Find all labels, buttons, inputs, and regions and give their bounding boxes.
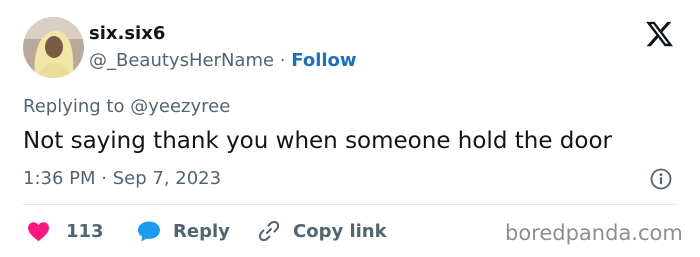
avatar[interactable] bbox=[23, 17, 84, 78]
info-icon[interactable] bbox=[650, 168, 672, 190]
speech-bubble-icon bbox=[137, 220, 161, 242]
tweet-time: 1:36 PM bbox=[23, 168, 96, 189]
like-button[interactable]: 113 bbox=[27, 219, 104, 243]
x-logo-icon[interactable] bbox=[644, 19, 675, 49]
display-name[interactable]: six.six6 bbox=[89, 23, 165, 45]
replying-prefix: Replying to bbox=[23, 96, 125, 117]
reply-button[interactable]: Reply bbox=[137, 219, 230, 243]
follow-button[interactable]: Follow bbox=[291, 50, 356, 71]
divider bbox=[23, 204, 677, 205]
handle-separator: · bbox=[279, 50, 286, 71]
user-handle[interactable]: @_BeautysHerName bbox=[89, 50, 274, 71]
watermark: boredpanda.com bbox=[505, 221, 683, 245]
tweet-text: Not saying thank you when someone hold t… bbox=[23, 128, 612, 154]
handle-row: @_BeautysHerName · Follow bbox=[89, 50, 357, 72]
timestamp-separator: · bbox=[101, 168, 107, 189]
replying-handle[interactable]: @yeezyree bbox=[130, 96, 230, 117]
link-icon bbox=[257, 219, 281, 243]
copy-link-button[interactable]: Copy link bbox=[257, 219, 387, 243]
heart-icon bbox=[27, 221, 50, 242]
replying-to: Replying to @yeezyree bbox=[23, 96, 230, 118]
tweet-timestamp[interactable]: 1:36 PM · Sep 7, 2023 bbox=[23, 168, 221, 190]
tweet-date: Sep 7, 2023 bbox=[112, 168, 222, 189]
copy-link-label: Copy link bbox=[293, 220, 387, 242]
reply-label: Reply bbox=[173, 220, 230, 242]
like-count: 113 bbox=[66, 220, 104, 242]
